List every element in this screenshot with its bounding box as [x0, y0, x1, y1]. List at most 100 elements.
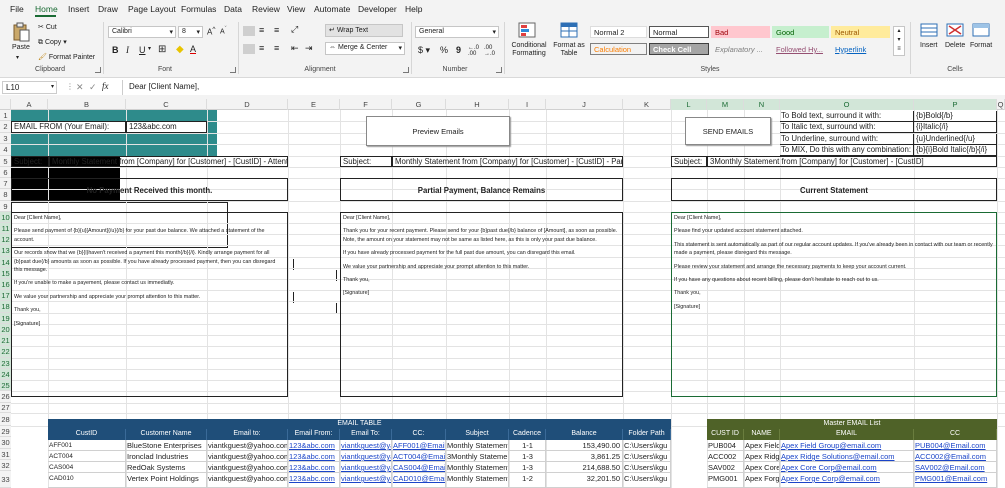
email-table-cell[interactable]: viantkguest@yahoo.com	[340, 440, 392, 451]
underline-chevron-icon[interactable]: ▾	[148, 45, 151, 52]
column-header[interactable]: M	[707, 99, 744, 110]
italic-icon[interactable]: I	[126, 45, 129, 55]
row-header[interactable]: 19	[0, 313, 11, 324]
increase-font-icon[interactable]: A^	[207, 26, 215, 37]
style-good[interactable]: Good	[772, 26, 829, 38]
email-table-cell[interactable]: AFF001@Email.com	[392, 440, 446, 451]
subject-input[interactable]: Monthly Statement from [Company] for [Cu…	[49, 156, 288, 167]
master-table-cell[interactable]: PMG001@Email.com	[914, 473, 997, 488]
row-header[interactable]: 9	[0, 201, 11, 212]
row-header[interactable]: 7	[0, 178, 11, 189]
subject-input[interactable]: 3Monthly Statement from [Company] for [C…	[707, 156, 997, 167]
master-table-cell[interactable]: Apex Forge Corp@email.com	[780, 473, 914, 488]
merge-center-button[interactable]: ⇔ Merge & Center ▾	[325, 42, 405, 55]
insert-function-icon[interactable]: fx	[102, 81, 109, 91]
row-header[interactable]: 18	[0, 301, 11, 313]
fill-color-icon[interactable]: ◆	[176, 44, 184, 55]
row-header[interactable]: 33	[0, 471, 11, 488]
row-header[interactable]: 10	[0, 212, 11, 223]
row-header[interactable]: 24	[0, 369, 11, 380]
row-header[interactable]: 5	[0, 156, 11, 167]
menu-draw[interactable]: Draw	[98, 4, 118, 14]
style-calculation[interactable]: Calculation	[590, 43, 647, 55]
orientation-icon[interactable]: ⤢	[291, 24, 298, 35]
decrease-font-icon[interactable]: Aˇ	[220, 26, 227, 35]
template-body[interactable]: Dear [Client Name], Please find your upda…	[671, 212, 997, 397]
font-size-select[interactable]: 8 ▾	[178, 26, 203, 38]
row-header[interactable]: 13	[0, 245, 11, 257]
column-header[interactable]: B	[48, 99, 126, 110]
subject-input[interactable]: Monthly Statement from [Company] for [Cu…	[392, 156, 623, 167]
column-header[interactable]: D	[207, 99, 288, 110]
column-header[interactable]: F	[340, 99, 392, 110]
column-header[interactable]: A	[11, 99, 48, 110]
column-header[interactable]: O	[780, 99, 914, 110]
percent-icon[interactable]: %	[440, 45, 448, 55]
row-header[interactable]: 26	[0, 391, 11, 403]
menu-help[interactable]: Help	[405, 4, 422, 14]
bold-icon[interactable]: B	[112, 45, 119, 55]
underline-icon[interactable]: U	[139, 45, 146, 55]
borders-icon[interactable]: ⊞	[158, 44, 166, 55]
master-table-cell[interactable]: ACC002@Email.com	[914, 451, 997, 462]
email-table-cell[interactable]: ACT004@Email.com	[392, 451, 446, 462]
template-body[interactable]: Dear [Client Name], Thank you for your re…	[340, 212, 623, 397]
format-painter-button[interactable]: 🖌 Format Painter	[38, 53, 95, 61]
preview-emails-button[interactable]: Preview Emails	[366, 116, 510, 146]
align-top-icon[interactable]	[243, 26, 255, 36]
master-table-cell[interactable]: PUB004@Email.com	[914, 440, 997, 451]
worksheet[interactable]: EMAIL FROM (Your Email): 123&abc.com Previ…	[11, 110, 1005, 488]
row-header[interactable]: 16	[0, 279, 11, 290]
row-header[interactable]: 1	[0, 110, 11, 121]
email-table-cell[interactable]: viantkguest@yahoo.com	[340, 473, 392, 488]
menu-page-layout[interactable]: Page Layout	[128, 4, 176, 14]
column-header[interactable]: P	[914, 99, 997, 110]
menu-formulas[interactable]: Formulas	[181, 4, 216, 14]
row-header[interactable]: 4	[0, 144, 11, 156]
outdent-icon[interactable]: ⇥	[305, 43, 313, 54]
wrap-text-button[interactable]: ↵ Wrap Text	[325, 24, 403, 37]
format-as-table-button[interactable]	[560, 22, 578, 40]
indent-icon[interactable]: ⇤	[291, 43, 299, 54]
align-middle-icon[interactable]: ≡	[259, 25, 264, 35]
master-table-cell[interactable]: Apex Ridge Solutions@email.com	[780, 451, 914, 462]
row-header[interactable]: 27	[0, 403, 11, 413]
row-header[interactable]: 31	[0, 449, 11, 460]
send-emails-button[interactable]: SEND EMAILS	[685, 117, 771, 145]
email-table-cell[interactable]: CAS004@Email.com	[392, 462, 446, 473]
format-cells-button[interactable]	[972, 23, 990, 39]
menu-insert[interactable]: Insert	[68, 4, 89, 14]
comma-icon[interactable]: 9	[456, 45, 461, 55]
align-left-icon[interactable]	[243, 44, 255, 54]
master-table-cell[interactable]: Apex Core Corp@email.com	[780, 462, 914, 473]
template-body[interactable]: Dear [Client Name], Please send payment o…	[11, 212, 288, 397]
row-header[interactable]: 2	[0, 121, 11, 133]
number-launcher-icon[interactable]	[496, 67, 502, 73]
column-header[interactable]: G	[392, 99, 446, 110]
currency-icon[interactable]: $ ▾	[418, 45, 430, 56]
increase-decimal-icon[interactable]: ←.0.00	[468, 45, 479, 57]
style-bad[interactable]: Bad	[711, 26, 770, 38]
column-header[interactable]: C	[126, 99, 207, 110]
row-header[interactable]: 22	[0, 346, 11, 358]
column-header[interactable]: L	[671, 99, 707, 110]
alignment-launcher-icon[interactable]	[403, 67, 409, 73]
row-header[interactable]: 6	[0, 167, 11, 178]
style-explanatory[interactable]: Explanatory ...	[711, 43, 770, 55]
style-check-cell[interactable]: Check Cell	[649, 43, 709, 55]
row-header[interactable]: 11	[0, 223, 11, 234]
menu-file[interactable]: File	[10, 4, 24, 14]
style-followed-hyperlink[interactable]: Followed Hy...	[772, 43, 829, 55]
conditional-formatting-button[interactable]	[518, 22, 538, 40]
insert-cells-button[interactable]	[920, 23, 938, 39]
email-table-cell[interactable]: viantkguest@yahoo.com	[340, 462, 392, 473]
row-header[interactable]: 3	[0, 133, 11, 144]
clipboard-launcher-icon[interactable]	[95, 67, 101, 73]
menu-developer[interactable]: Developer	[358, 4, 397, 14]
font-name-select[interactable]: Calibri ▾	[108, 26, 176, 38]
row-header[interactable]: 20	[0, 324, 11, 335]
column-header[interactable]: N	[744, 99, 780, 110]
row-header[interactable]: 8	[0, 189, 11, 201]
align-center-icon[interactable]: ≡	[259, 43, 264, 53]
style-normal-2[interactable]: Normal 2	[590, 26, 647, 38]
